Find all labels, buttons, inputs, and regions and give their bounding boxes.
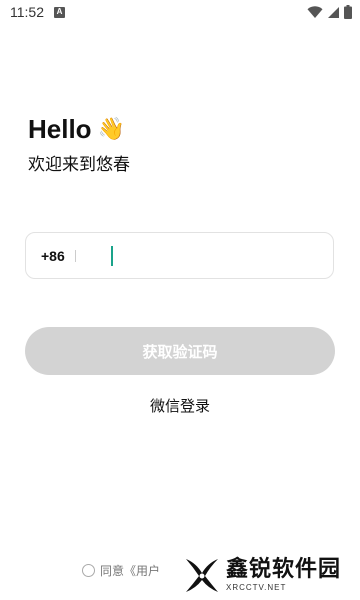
agreement-row[interactable]: 同意《用户 bbox=[82, 562, 160, 579]
phone-field[interactable]: +86 bbox=[25, 232, 334, 279]
agreement-text: 同意《用户 bbox=[100, 564, 161, 578]
status-left: 11:52 A bbox=[10, 4, 65, 20]
field-divider bbox=[74, 249, 76, 262]
a-notification-icon: A bbox=[54, 6, 65, 18]
watermark-logo-icon bbox=[186, 559, 218, 592]
watermark: 鑫锐软件园 XRCCTV.NET bbox=[182, 550, 360, 600]
status-bar: 11:52 A bbox=[0, 0, 360, 24]
text-caret bbox=[111, 246, 113, 266]
country-code-selector[interactable]: +86 bbox=[41, 248, 65, 264]
agreement-radio[interactable] bbox=[82, 564, 95, 577]
cell-signal-icon bbox=[328, 6, 339, 18]
waving-hand-icon: 👋 bbox=[97, 116, 125, 142]
watermark-text: 鑫锐软件园 XRCCTV.NET bbox=[226, 556, 342, 592]
get-code-button[interactable]: 获取验证码 bbox=[25, 327, 335, 375]
status-right bbox=[307, 5, 352, 19]
watermark-title: 鑫锐软件园 bbox=[226, 556, 342, 582]
welcome-subtitle: 欢迎来到悠春 bbox=[28, 155, 130, 175]
login-screen: 11:52 A Hello 👋 欢迎来到悠春 +86 获取验证码 微信登录 同意… bbox=[0, 0, 360, 600]
wifi-icon bbox=[307, 5, 323, 18]
hello-title: Hello bbox=[28, 114, 92, 144]
status-time: 11:52 bbox=[10, 4, 44, 20]
phone-input[interactable] bbox=[83, 240, 333, 271]
battery-icon bbox=[344, 5, 352, 19]
watermark-subtitle: XRCCTV.NET bbox=[226, 582, 287, 592]
hello-row: Hello 👋 bbox=[28, 114, 125, 145]
wechat-login-link[interactable]: 微信登录 bbox=[0, 395, 360, 416]
